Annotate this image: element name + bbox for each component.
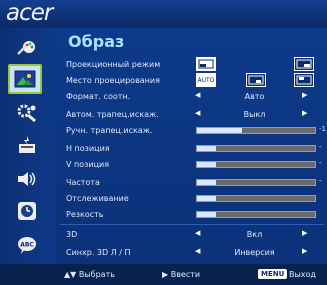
left-arrow-icon[interactable]: ◀ <box>195 91 200 99</box>
right-arrow-icon[interactable]: ▶ <box>302 109 307 117</box>
auto-location-icon[interactable]: AUTO <box>196 73 216 87</box>
row-label: Проекционный режим <box>66 60 161 69</box>
settings-wrench-icon[interactable] <box>12 100 42 126</box>
audio-icon[interactable] <box>12 166 42 192</box>
timer-icon[interactable] <box>12 198 42 224</box>
language-abc-icon[interactable]: ABC <box>12 232 42 258</box>
sidebar: ABC <box>0 28 56 264</box>
row-aspect-ratio[interactable]: Формат. соотн. ◀ Авто ▶ <box>62 88 327 104</box>
management-icon[interactable] <box>12 132 42 158</box>
slider-value: -1 <box>319 125 326 133</box>
row-label: Место проецирования <box>66 76 160 85</box>
page-title: Образ <box>68 32 125 51</box>
h-position-slider[interactable] <box>196 145 316 152</box>
row-value: Вкл <box>246 230 263 239</box>
menu-key-badge[interactable]: MENU <box>258 269 288 279</box>
row-value: Авто <box>244 92 265 101</box>
row-label: Синхр. 3D Л / П <box>66 248 131 257</box>
row-label: H позиция <box>66 144 110 153</box>
divider <box>60 224 324 225</box>
up-down-arrow-icon: ▲▼ <box>64 270 77 279</box>
enter-label: Ввести <box>170 270 201 279</box>
row-value: Инверсия <box>234 248 275 257</box>
left-arrow-icon[interactable]: ◀ <box>195 229 200 237</box>
tracking-slider[interactable] <box>196 195 316 202</box>
exit-label: Выход <box>289 270 316 279</box>
row-label: Ручн. трапец.искаж. <box>66 126 153 135</box>
row-sharpness[interactable]: Резкость <box>62 206 327 222</box>
row-label: Формат. соотн. <box>66 92 131 101</box>
front-projection-icon[interactable] <box>196 57 216 71</box>
row-value: Выкл <box>243 110 266 119</box>
v-position-slider[interactable] <box>196 161 316 168</box>
row-h-position[interactable]: H позиция - <box>62 140 327 156</box>
row-label: 3D <box>66 230 78 239</box>
keystone-slider[interactable] <box>196 127 316 134</box>
left-arrow-icon[interactable]: ◀ <box>195 109 200 117</box>
enter-hint: ▶ Ввести <box>162 270 200 279</box>
row-label: Резкость <box>66 210 104 219</box>
sharpness-slider[interactable] <box>196 211 316 218</box>
rear-projection-icon[interactable] <box>294 57 314 71</box>
row-label: Отслеживание <box>66 194 129 203</box>
row-projection-location[interactable]: Место проецирования AUTO <box>62 72 327 88</box>
row-label: Автом. трапец.искаж. <box>66 110 159 119</box>
color-wand-icon[interactable] <box>12 34 42 60</box>
slider-value: - <box>319 177 322 185</box>
frequency-slider[interactable] <box>196 179 316 186</box>
row-frequency[interactable]: Частота - <box>62 174 327 190</box>
right-arrow-icon[interactable]: ▶ <box>302 247 307 255</box>
ceiling-location-icon[interactable] <box>294 73 314 87</box>
row-projection-mode[interactable]: Проекционный режим <box>62 56 327 72</box>
osd-screen: acer ABC Образ Проекционный режим Место … <box>0 0 327 285</box>
left-arrow-icon[interactable]: ◀ <box>195 247 200 255</box>
header: acer <box>0 0 327 28</box>
footer-bar: ▲▼ Выбрать ▶ Ввести MENU Выход <box>0 264 327 285</box>
desk-location-icon[interactable] <box>246 73 266 87</box>
row-manual-keystone[interactable]: Ручн. трапец.искаж. -1 <box>62 122 327 138</box>
row-3d[interactable]: 3D ◀ Вкл ▶ <box>62 226 327 242</box>
select-hint: ▲▼ Выбрать <box>64 270 115 279</box>
right-arrow-icon[interactable]: ▶ <box>302 91 307 99</box>
right-arrow-icon[interactable]: ▶ <box>302 229 307 237</box>
row-label: V позиция <box>66 160 110 169</box>
row-v-position[interactable]: V позиция - <box>62 156 327 172</box>
image-icon[interactable] <box>8 64 42 94</box>
row-tracking[interactable]: Отслеживание <box>62 190 327 206</box>
row-3d-sync[interactable]: Синхр. 3D Л / П ◀ Инверсия ▶ <box>62 244 327 260</box>
row-label: Частота <box>66 178 100 187</box>
right-triangle-icon: ▶ <box>162 270 169 279</box>
acer-logo: acer <box>6 0 53 26</box>
svg-text:ABC: ABC <box>20 242 34 249</box>
slider-value: - <box>319 143 322 151</box>
slider-value: - <box>319 159 322 167</box>
row-auto-keystone[interactable]: Автом. трапец.искаж. ◀ Выкл ▶ <box>62 106 327 122</box>
select-label: Выбрать <box>78 270 115 279</box>
